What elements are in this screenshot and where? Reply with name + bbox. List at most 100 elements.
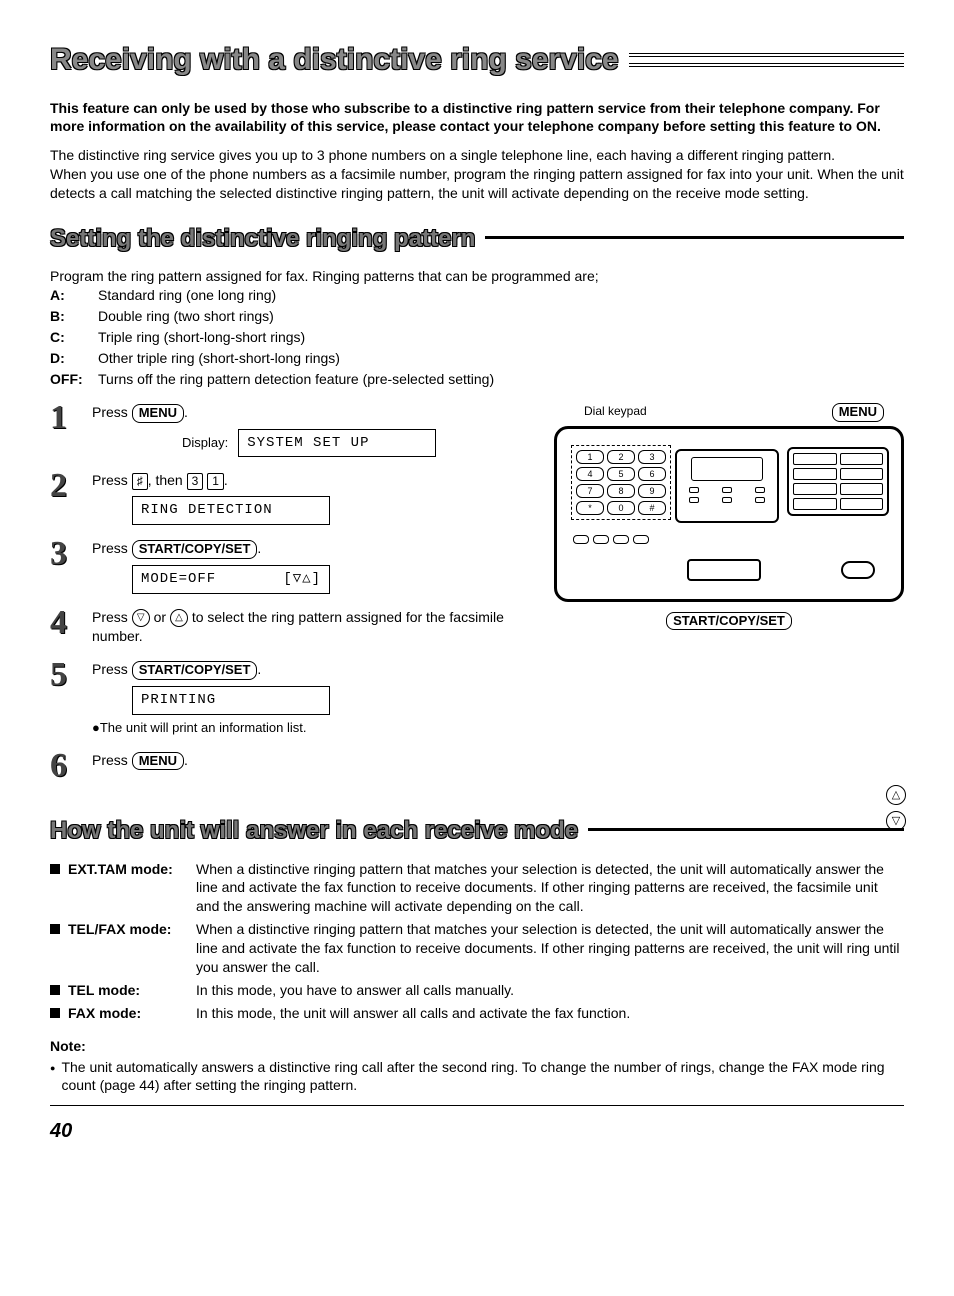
page-title: Receiving with a distinctive ring servic… xyxy=(50,40,904,81)
step-number: 3 xyxy=(50,539,78,594)
step-text: . xyxy=(224,472,228,488)
device-diagram: Dial keypad MENU 123 456 789 *0# xyxy=(554,403,904,795)
start-copy-set-button: START/COPY/SET xyxy=(132,540,258,559)
mode-label: EXT.TAM mode: xyxy=(68,860,188,879)
mode-tel-fax: TEL/FAX mode: When a distinctive ringing… xyxy=(50,920,904,977)
pattern-key: A: xyxy=(50,286,86,305)
mode-text: When a distinctive ringing pattern that … xyxy=(196,860,904,917)
step-text: . xyxy=(257,540,261,556)
title-text: Receiving with a distinctive ring servic… xyxy=(50,40,619,81)
intro-regular: The distinctive ring service gives you u… xyxy=(50,146,904,203)
note-text: The unit automatically answers a distinc… xyxy=(61,1058,904,1096)
step-text: Press xyxy=(92,661,132,677)
step-text: Press xyxy=(92,752,132,768)
step-text: Press xyxy=(92,404,132,420)
pattern-val: Turns off the ring pattern detection fea… xyxy=(98,370,494,389)
lcd-text: RING DETECTION xyxy=(141,501,273,520)
lcd-text: PRINTING xyxy=(141,691,216,710)
device-screen xyxy=(675,449,779,523)
step-number: 1 xyxy=(50,403,78,458)
section1-text: Setting the distinctive ringing pattern xyxy=(50,223,475,255)
step-number: 5 xyxy=(50,660,78,736)
step-number: 6 xyxy=(50,751,78,782)
step-text: . xyxy=(257,661,261,677)
step-4: 4 Press ▽ or △ to select the ring patter… xyxy=(50,608,534,646)
dial-keypad-label: Dial keypad xyxy=(584,403,647,422)
bullet-icon xyxy=(50,864,60,874)
lcd-display: RING DETECTION xyxy=(132,496,330,525)
center-button xyxy=(687,559,761,581)
hash-key: ♯ xyxy=(132,473,148,489)
step-text: , then xyxy=(148,472,187,488)
title-rule xyxy=(629,53,904,67)
step-1: 1 Press MENU. Display: SYSTEM SET UP xyxy=(50,403,534,458)
page-number: 40 xyxy=(50,1118,904,1145)
mode-text: When a distinctive ringing pattern that … xyxy=(196,920,904,977)
down-arrow-icon: ▽ xyxy=(132,609,150,627)
step-text: or xyxy=(154,609,170,625)
section2-text: How the unit will answer in each receive… xyxy=(50,815,578,847)
start-copy-set-button: START/COPY/SET xyxy=(132,661,258,680)
bullet-icon xyxy=(50,924,60,934)
mode-fax: FAX mode: In this mode, the unit will an… xyxy=(50,1004,904,1023)
intro-bold: This feature can only be used by those w… xyxy=(50,99,904,137)
mode-label: TEL mode: xyxy=(68,981,188,1000)
step-text: Press xyxy=(92,472,132,488)
lcd-display: MODE=OFF [▽△] xyxy=(132,565,330,594)
mode-tel: TEL mode: In this mode, you have to answ… xyxy=(50,981,904,1000)
note-header: Note: xyxy=(50,1037,904,1056)
display-label: Display: xyxy=(182,434,228,452)
step-note: ●The unit will print an information list… xyxy=(92,719,534,737)
section-rule xyxy=(588,827,904,831)
pill-buttons xyxy=(573,535,649,544)
key-3: 3 xyxy=(187,473,204,489)
bullet-icon xyxy=(50,1008,60,1018)
mode-text: In this mode, the unit will answer all c… xyxy=(196,1004,904,1023)
pattern-key: C: xyxy=(50,328,86,347)
right-button-pad xyxy=(787,447,889,516)
step-text: Press xyxy=(92,540,132,556)
mode-text: In this mode, you have to answer all cal… xyxy=(196,981,904,1000)
section-rule xyxy=(485,235,904,239)
pattern-key: OFF: xyxy=(50,370,86,389)
pattern-val: Other triple ring (short-short-long ring… xyxy=(98,349,340,368)
mode-label: FAX mode: xyxy=(68,1004,188,1023)
step-text: . xyxy=(184,404,188,420)
up-arrow-icon: △ xyxy=(886,785,906,805)
up-arrow-icon: △ xyxy=(170,609,188,627)
patterns-intro: Program the ring pattern assigned for fa… xyxy=(50,267,904,286)
footer-rule xyxy=(50,1105,904,1106)
pattern-key: B: xyxy=(50,307,86,326)
pattern-val: Triple ring (short-long-short rings) xyxy=(98,328,305,347)
section-setting-pattern: Setting the distinctive ringing pattern xyxy=(50,223,904,255)
pattern-val: Double ring (two short rings) xyxy=(98,307,274,326)
pattern-list: A: Standard ring (one long ring) B: Double… xyxy=(50,286,904,388)
step-5: 5 Press START/COPY/SET. PRINTING ●The un… xyxy=(50,660,534,736)
step-text: Press xyxy=(92,609,132,625)
lcd-display: PRINTING xyxy=(132,686,330,715)
menu-button: MENU xyxy=(132,404,184,423)
knob xyxy=(841,561,875,579)
lcd-text: MODE=OFF xyxy=(141,570,216,589)
device-body: 123 456 789 *0# xyxy=(554,426,904,602)
step-number: 2 xyxy=(50,471,78,525)
step-3: 3 Press START/COPY/SET. MODE=OFF [▽△] xyxy=(50,539,534,594)
down-arrow-icon: ▽ xyxy=(886,811,906,831)
pattern-val: Standard ring (one long ring) xyxy=(98,286,276,305)
lcd-text: SYSTEM SET UP xyxy=(247,434,369,453)
step-2: 2 Press ♯, then 3 1. RING DETECTION xyxy=(50,471,534,525)
step-6: 6 Press MENU. xyxy=(50,751,534,782)
pattern-key: D: xyxy=(50,349,86,368)
note-body: The unit automatically answers a distinc… xyxy=(50,1058,904,1096)
menu-button-callout: MENU xyxy=(832,403,884,422)
key-1: 1 xyxy=(207,473,224,489)
mode-ext-tam: EXT.TAM mode: When a distinctive ringing… xyxy=(50,860,904,917)
start-copy-set-callout: START/COPY/SET xyxy=(666,612,792,631)
dial-keypad: 123 456 789 *0# xyxy=(571,445,671,520)
step-text: . xyxy=(184,752,188,768)
bullet-icon xyxy=(50,985,60,995)
lcd-arrows: [▽△] xyxy=(283,570,321,589)
mode-label: TEL/FAX mode: xyxy=(68,920,188,939)
step-number: 4 xyxy=(50,608,78,646)
section-answer-modes: How the unit will answer in each receive… xyxy=(50,815,904,847)
